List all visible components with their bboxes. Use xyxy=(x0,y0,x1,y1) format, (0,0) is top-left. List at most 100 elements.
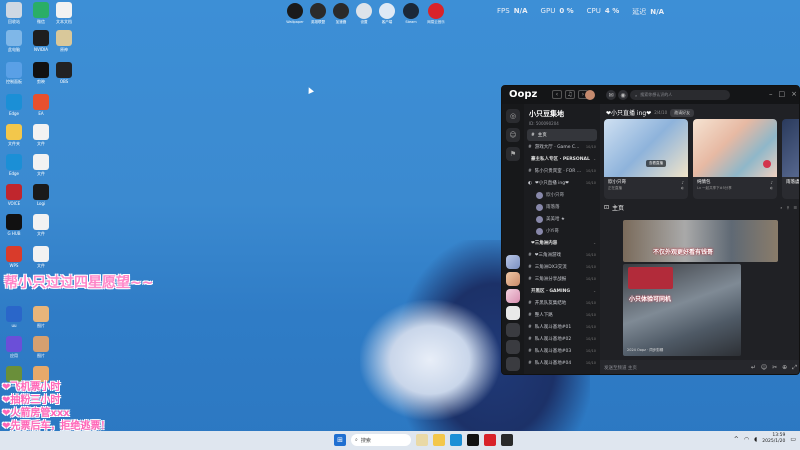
channel-item[interactable]: # 主页 xyxy=(527,129,597,141)
channel-item[interactable]: # 三角洲分享战报 10/10 xyxy=(524,273,600,285)
desktop-shortcut[interactable]: 图片 xyxy=(27,306,55,328)
post-image[interactable]: 不仅外观更好看有钱哥 xyxy=(623,220,778,262)
pin-icon[interactable]: ⚲ xyxy=(786,205,789,210)
discover-icon[interactable]: ◎ xyxy=(506,109,520,123)
top-app-shortcut[interactable]: 网易云音乐 xyxy=(425,3,447,25)
search-icon[interactable]: ⌕ xyxy=(780,205,782,210)
voice-member[interactable]: 雨落落 xyxy=(524,201,600,213)
watch-stream-tag[interactable]: 查看直播 xyxy=(646,160,666,167)
channel-item[interactable]: # 三角洲DX3交流 10/10 xyxy=(524,261,600,273)
mouse-cursor xyxy=(306,86,314,94)
desktop-shortcut[interactable]: 文件 xyxy=(27,246,55,268)
members-icon[interactable]: ☰ xyxy=(793,205,797,210)
channel-item[interactable]: ◐ ❤小只直播 ing❤ 10/10 xyxy=(524,177,600,189)
server-avatar[interactable] xyxy=(506,340,520,354)
widgets-icon[interactable] xyxy=(416,434,428,446)
desktop-shortcut[interactable]: 文件夹 xyxy=(0,124,28,146)
file-explorer-icon[interactable] xyxy=(433,434,445,446)
channel-category[interactable]: 豪主私人专区 · PERSONAL ⌄ xyxy=(524,153,600,165)
desktop-shortcut[interactable]: Edge xyxy=(0,154,28,176)
game-icon[interactable]: ⚑ xyxy=(506,147,520,161)
channel-item[interactable]: # 私人观斗基地#04 10/10 xyxy=(524,357,600,369)
edge-icon[interactable] xyxy=(450,434,462,446)
desktop-shortcut[interactable]: EA xyxy=(27,94,55,116)
channel-item[interactable]: # 陈小只贵宾室 · FOR ... 10/10 xyxy=(524,165,600,177)
voice-member[interactable]: 欣小只哥 xyxy=(524,189,600,201)
desktop-shortcut[interactable]: 文件 xyxy=(27,124,55,146)
channel-count: 10/10 xyxy=(585,169,596,173)
top-app-shortcut[interactable]: Steam xyxy=(400,3,422,24)
participant-tile[interactable]: 纯情包 ♪ Lv 一起共享下#5分享 ◐ xyxy=(693,119,777,199)
desktop-shortcut[interactable]: uu xyxy=(0,306,28,328)
voice-member[interactable]: 美美哈 ★ xyxy=(524,213,600,225)
speaker-icon: ◐ xyxy=(769,186,773,190)
desktop-shortcut[interactable]: OBS xyxy=(50,62,78,84)
channel-category[interactable]: ❤三角洲内容 ⌄ xyxy=(524,237,600,249)
channel-item[interactable]: # 私人观斗基地#03 10/10 xyxy=(524,345,600,357)
headset-icon[interactable]: ♫ xyxy=(565,90,575,99)
folder-icon[interactable] xyxy=(506,323,520,337)
minimize-icon[interactable]: – xyxy=(769,90,773,98)
volume-icon[interactable]: ◖ xyxy=(754,436,757,443)
participant-tile[interactable]: 查看直播 欣小只哥 ♪ 正在直播 ◐ xyxy=(604,119,688,199)
top-app-shortcut[interactable]: 英雄联盟 xyxy=(307,3,329,25)
desktop-shortcut[interactable]: 应用 xyxy=(0,336,28,358)
desktop-shortcut[interactable]: 文件 xyxy=(27,214,55,236)
netease-music-icon[interactable] xyxy=(484,434,496,446)
app-icon[interactable] xyxy=(467,434,479,446)
desktop-shortcut[interactable]: VOICE xyxy=(0,184,28,206)
channel-item[interactable]: # 私人观斗基地#01 10/10 xyxy=(524,321,600,333)
chevron-up-icon[interactable]: ^ xyxy=(734,436,739,443)
channel-item[interactable]: # 开黑队友集结地 10/10 xyxy=(524,297,600,309)
wifi-icon[interactable]: ◠ xyxy=(744,436,749,443)
clock[interactable]: 13:59 2025/1/20 xyxy=(762,433,785,445)
add-icon[interactable]: ⊕ xyxy=(782,364,787,372)
channel-item[interactable]: # 整人下路 10/10 xyxy=(524,309,600,321)
message-icon[interactable]: ✉ xyxy=(606,90,616,100)
desktop-shortcut[interactable]: 此电脑 xyxy=(0,30,28,52)
server-avatar[interactable] xyxy=(506,357,520,371)
notification-icon[interactable]: ◉ xyxy=(618,90,628,100)
invite-button[interactable]: 邀请好友 xyxy=(670,108,695,117)
top-app-shortcut[interactable]: 设置 xyxy=(353,3,375,25)
server-avatar[interactable] xyxy=(506,255,520,269)
channel-item[interactable]: # 游戏大厅 · Game C... 10/10 xyxy=(524,141,600,153)
server-avatar[interactable] xyxy=(506,272,520,286)
channel-item[interactable]: # 私人观斗基地#02 10/10 xyxy=(524,333,600,345)
desktop-shortcut[interactable]: Edge xyxy=(0,94,28,116)
post-image[interactable]: 小只体验可同机 2024 Oopz · 同步剪辑 xyxy=(623,264,741,356)
back-icon[interactable]: ‹ xyxy=(552,90,562,99)
desktop-shortcut[interactable]: 回收站 xyxy=(0,2,28,24)
message-composer[interactable]: 发送至频道 主页 ↵ ☺ ✂ ⊕ ⤢ xyxy=(600,360,799,374)
server-avatar-active[interactable] xyxy=(506,306,520,320)
expand-icon[interactable]: ⤢ xyxy=(792,364,797,372)
top-app-shortcut[interactable]: 客户端 xyxy=(376,3,398,25)
server-avatar[interactable] xyxy=(506,289,520,303)
friends-icon[interactable]: ☺ xyxy=(506,128,520,142)
voice-member[interactable]: 小Yi哥 xyxy=(524,225,600,237)
channel-category[interactable]: 开黑区 · GAMING ⌄ xyxy=(524,285,600,297)
channel-item[interactable]: # ❤三角洲游戏 10/10 xyxy=(524,249,600,261)
desktop-shortcut[interactable]: 文件 xyxy=(27,154,55,176)
desktop-shortcut[interactable]: 文本文档 xyxy=(50,2,78,24)
top-app-shortcut[interactable]: 加速器 xyxy=(330,3,352,25)
desktop-shortcut[interactable]: WPS xyxy=(0,246,28,268)
notification-icon[interactable]: ▭ xyxy=(790,436,796,443)
desktop-shortcut[interactable]: Logi xyxy=(27,184,55,206)
start-icon[interactable]: ⊞ xyxy=(334,434,346,446)
maximize-icon[interactable]: □ xyxy=(779,90,786,98)
close-icon[interactable]: × xyxy=(791,90,797,98)
taskbar-search[interactable]: ⌕ 搜索 xyxy=(351,434,411,446)
participant-tile[interactable]: 雨落虞 xyxy=(782,119,799,199)
desktop-shortcut[interactable]: 图片 xyxy=(27,336,55,358)
emoji-icon[interactable]: ☺ xyxy=(761,364,767,372)
top-app-shortcut[interactable]: Wallpaper xyxy=(284,3,306,24)
reply-icon[interactable]: ↵ xyxy=(751,364,756,372)
user-avatar[interactable] xyxy=(585,90,595,100)
desktop-shortcut[interactable]: 原神 xyxy=(50,30,78,52)
desktop-shortcut[interactable]: G HUB xyxy=(0,214,28,236)
oopz-icon[interactable] xyxy=(501,434,513,446)
global-search-input[interactable]: ⌕ 搜索你想认识的人 xyxy=(630,90,730,100)
scissors-icon[interactable]: ✂ xyxy=(772,364,777,372)
desktop-shortcut[interactable]: 控制面板 xyxy=(0,62,28,84)
